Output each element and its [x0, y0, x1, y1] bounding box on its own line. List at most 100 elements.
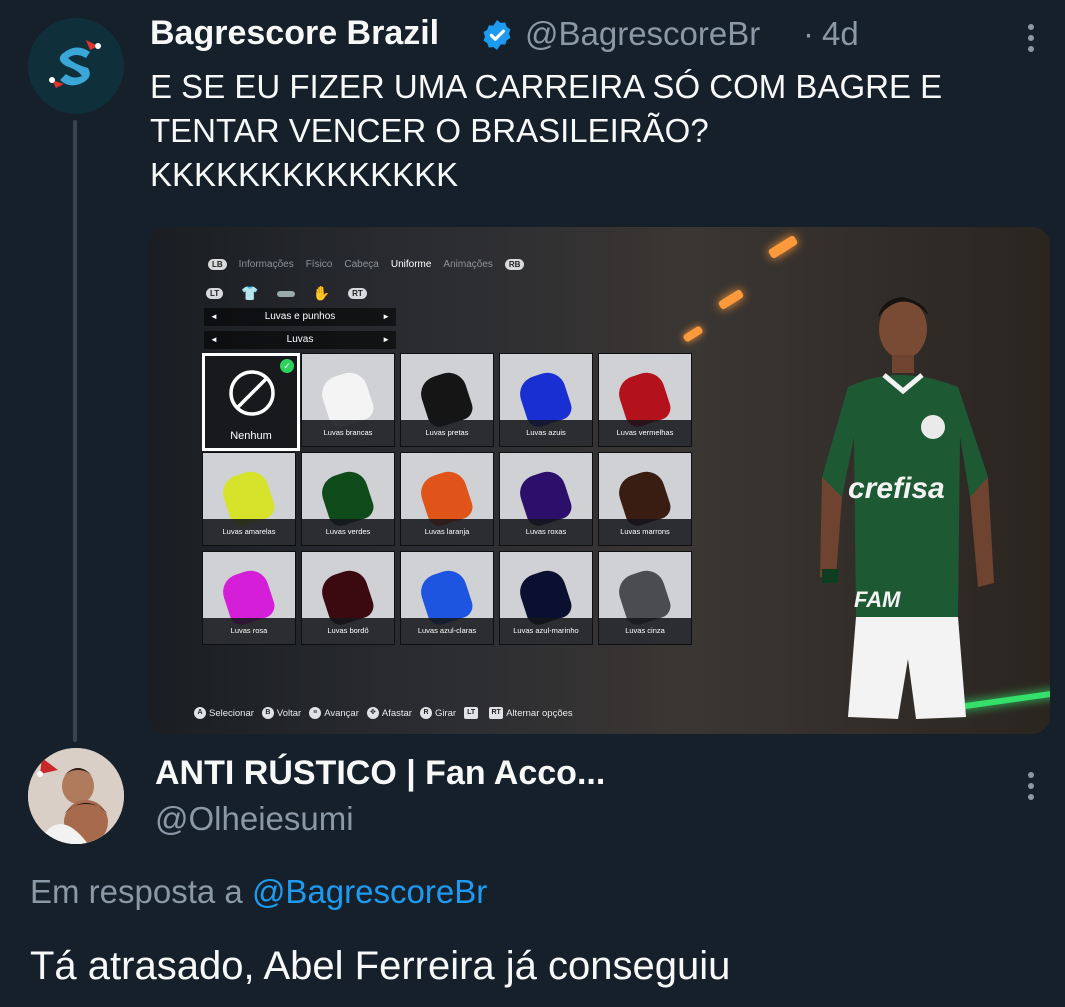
- controller-button-icon: B: [261, 707, 274, 719]
- game-tab[interactable]: Informações: [239, 259, 294, 270]
- glove-option-tile[interactable]: Luvas rosa: [202, 551, 296, 645]
- verified-badge-icon: [480, 18, 514, 52]
- selector-category[interactable]: ◄ Luvas e punhos ►: [204, 308, 396, 326]
- glove-grid: ✓ Nenhum Luvas brancas Luvas pretas Luvas az…: [202, 353, 702, 653]
- lb-button[interactable]: LB: [208, 259, 227, 270]
- in-reply-handle-link[interactable]: @BagrescoreBr: [252, 873, 487, 910]
- controller-button-icon: LT: [464, 707, 479, 719]
- reply-author-handle[interactable]: @Olheiesumi: [155, 800, 354, 838]
- glove-option-tile[interactable]: Luvas vermelhas: [598, 353, 692, 447]
- reply-author-name[interactable]: ANTI RÚSTICO | Fan Acco...: [155, 754, 605, 793]
- glove-option-tile[interactable]: Luvas roxas: [499, 452, 593, 546]
- thread-line: [73, 120, 77, 742]
- legend-label: Girar: [434, 707, 457, 719]
- legend-item: ✥ Afastar: [366, 707, 412, 719]
- tile-label: Luvas verdes: [302, 519, 394, 545]
- jersey-sponsor: crefisa: [848, 472, 945, 505]
- legend-label: Avançar: [324, 707, 359, 719]
- arrow-left-icon[interactable]: ◄: [210, 308, 218, 326]
- arrow-left-icon[interactable]: ◄: [210, 331, 218, 349]
- rb-button[interactable]: RB: [504, 259, 525, 270]
- more-options-icon[interactable]: [1026, 24, 1036, 58]
- jersey-sponsor-secondary: FAM: [854, 587, 901, 612]
- game-tab[interactable]: Físico: [306, 259, 333, 270]
- category-icons: LT 👕 ✋ RT: [206, 285, 367, 302]
- author-avatar[interactable]: [28, 18, 124, 114]
- glove-option-tile[interactable]: Luvas verdes: [301, 452, 395, 546]
- rt-button[interactable]: RT: [348, 288, 367, 299]
- none-icon: [229, 370, 275, 416]
- tile-label: Luvas azul-marinho: [500, 618, 592, 644]
- lt-button[interactable]: LT: [206, 288, 224, 299]
- reply-author-avatar[interactable]: [28, 748, 124, 844]
- arrow-right-icon[interactable]: ►: [382, 308, 390, 326]
- tile-label: Luvas laranja: [401, 519, 493, 545]
- glove-option-tile[interactable]: Luvas azuis: [499, 353, 593, 447]
- glove-option-tile[interactable]: Luvas laranja: [400, 452, 494, 546]
- ceiling-light: [767, 234, 799, 260]
- legend-label: Selecionar: [209, 707, 254, 719]
- controller-button-icon: RT: [489, 707, 504, 719]
- more-options-icon[interactable]: [1026, 772, 1036, 806]
- tile-label: Luvas bordô: [302, 618, 394, 644]
- glove-option-tile[interactable]: Luvas pretas: [400, 353, 494, 447]
- game-tab-active[interactable]: Uniforme: [391, 259, 432, 270]
- tile-label: Nenhum: [230, 430, 272, 442]
- selector-item-label: Luvas: [286, 334, 314, 345]
- tweet-text: E SE EU FIZER UMA CARREIRA SÓ COM BAGRE …: [150, 65, 1030, 197]
- tile-label: Luvas pretas: [401, 420, 493, 446]
- tile-label: Luvas amarelas: [203, 519, 295, 545]
- legend-label: Afastar: [381, 707, 412, 719]
- author-name[interactable]: Bagrescore Brazil: [150, 14, 439, 53]
- user-photo-icon: [28, 748, 124, 844]
- legend-item: A Selecionar: [194, 707, 254, 719]
- legend-item: B Voltar: [261, 707, 302, 719]
- dot-separator: ·: [803, 15, 814, 52]
- game-tabs: LB Informações Físico Cabeça Uniforme An…: [208, 259, 525, 270]
- legend-item: ≡ Avançar: [309, 707, 359, 719]
- glove-option-tile[interactable]: ✓ Nenhum: [202, 353, 300, 451]
- tile-label: Luvas rosa: [203, 618, 295, 644]
- legend-item: R Girar: [419, 707, 457, 719]
- glove-option-tile[interactable]: Luvas bordô: [301, 551, 395, 645]
- game-tab[interactable]: Animações: [443, 259, 492, 270]
- author-handle[interactable]: @BagrescoreBr: [525, 15, 760, 53]
- controller-button-icon: ≡: [309, 707, 322, 719]
- legend-item: LT: [464, 707, 481, 719]
- tile-label: Luvas roxas: [500, 519, 592, 545]
- tweet-time[interactable]: 4d: [822, 15, 859, 53]
- glove-option-tile[interactable]: Luvas brancas: [301, 353, 395, 447]
- player-figure: crefisa FAM: [798, 287, 1018, 734]
- boot-icon[interactable]: [276, 290, 295, 297]
- selector-item[interactable]: ◄ Luvas ►: [204, 331, 396, 349]
- tile-label: Luvas azuis: [500, 420, 592, 446]
- game-tab[interactable]: Cabeça: [344, 259, 378, 270]
- glove-option-tile[interactable]: Luvas amarelas: [202, 452, 296, 546]
- selector-category-label: Luvas e punhos: [264, 311, 336, 322]
- tile-label: Luvas cinza: [599, 618, 691, 644]
- tile-label: Luvas brancas: [302, 420, 394, 446]
- legend-label: Alternar opções: [506, 707, 573, 719]
- legend-label: Voltar: [276, 707, 302, 719]
- reply-text: Tá atrasado, Abel Ferreira já conseguiu: [30, 944, 731, 988]
- shirt-icon[interactable]: 👕: [241, 285, 258, 302]
- legend-item: RT Alternar opções: [489, 707, 573, 719]
- glove-icon[interactable]: ✋: [313, 285, 330, 302]
- glove-option-tile[interactable]: Luvas azul-marinho: [499, 551, 593, 645]
- controller-button-icon: R: [419, 707, 432, 719]
- tile-label: Luvas vermelhas: [599, 420, 691, 446]
- in-reply-prefix: Em resposta a: [30, 873, 243, 910]
- glove-option-tile[interactable]: Luvas marrons: [598, 452, 692, 546]
- arrow-right-icon[interactable]: ►: [382, 331, 390, 349]
- ceiling-light: [682, 325, 704, 343]
- in-reply-to: Em resposta a @BagrescoreBr: [30, 873, 487, 911]
- controls-legend: A Selecionar B Voltar ≡ Avançar ✥ Afastar R Girar…: [194, 707, 581, 719]
- tweet-media-image[interactable]: LB Informações Físico Cabeça Uniforme An…: [148, 227, 1050, 734]
- tile-label: Luvas marrons: [599, 519, 691, 545]
- glove-option-tile[interactable]: Luvas cinza: [598, 551, 692, 645]
- glove-option-tile[interactable]: Luvas azul-claras: [400, 551, 494, 645]
- selected-check-icon: ✓: [280, 359, 294, 373]
- tweet-text-line: KKKKKKKKKKKKKK: [150, 156, 459, 193]
- controller-button-icon: ✥: [366, 707, 379, 719]
- tweet-text-line: TENTAR VENCER O BRASILEIRÃO?: [150, 112, 709, 149]
